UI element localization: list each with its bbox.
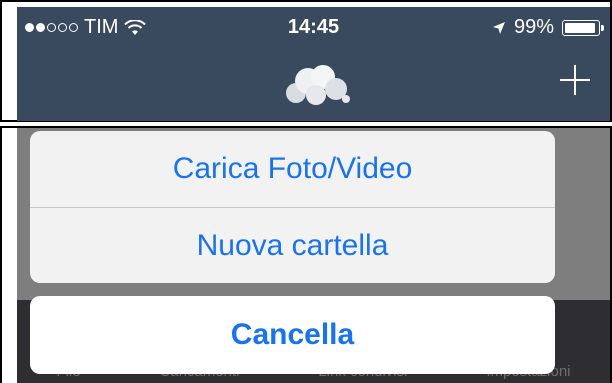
cloud-logo-icon[interactable] [282, 63, 352, 107]
add-button[interactable] [558, 63, 592, 97]
status-bar: TIM 14:45 99% [17, 7, 610, 47]
location-arrow-icon [492, 21, 505, 34]
status-right-group: 99% [492, 16, 604, 39]
battery-percent: 99% [513, 16, 554, 38]
action-sheet: Carica Foto/Video Nuova cartella [30, 131, 555, 283]
cancel-button[interactable]: Cancella [30, 296, 555, 374]
battery-icon [562, 19, 604, 36]
new-folder-button[interactable]: Nuova cartella [30, 208, 555, 283]
upload-photo-video-button[interactable]: Carica Foto/Video [30, 131, 555, 207]
navigation-bar: TIM 14:45 99% [17, 7, 610, 121]
